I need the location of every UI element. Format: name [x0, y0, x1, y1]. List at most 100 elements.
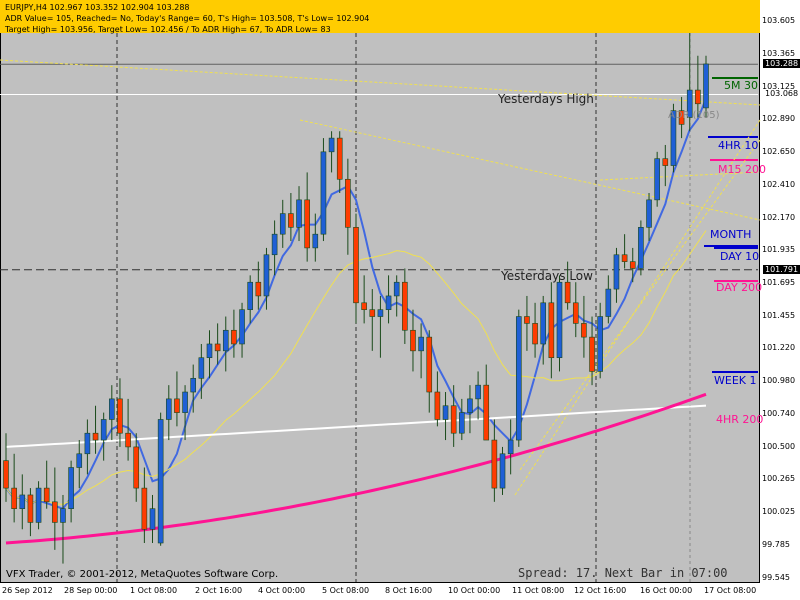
y-tick-label: 101.220: [762, 343, 796, 353]
candle: [581, 295, 587, 358]
y-tick-label: 102.650: [762, 146, 796, 156]
candle: [174, 371, 180, 427]
candle: [27, 488, 34, 537]
candle-body: [572, 302, 579, 324]
candle: [222, 316, 229, 372]
candle-body: [556, 281, 563, 359]
candle-body: [507, 439, 514, 455]
candle: [418, 323, 424, 379]
candle-body: [434, 391, 441, 420]
candle: [141, 467, 148, 543]
price-box: 101.791: [763, 264, 800, 274]
candle: [524, 295, 530, 351]
candle: [621, 234, 628, 269]
x-tick-label: 4 Oct 00:00: [258, 586, 306, 595]
price-box: 103.068: [763, 89, 800, 99]
x-tick-label: 10 Oct 00:00: [448, 586, 501, 595]
candle-body: [174, 398, 180, 413]
candle: [11, 453, 17, 523]
candle: [149, 494, 156, 543]
candle: [491, 419, 498, 502]
candle: [646, 193, 652, 242]
candle-body: [320, 151, 327, 235]
candle: [410, 309, 416, 372]
candle-body: [117, 398, 123, 434]
candle-body: [165, 398, 172, 420]
candle-body: [589, 336, 595, 372]
candle: [353, 213, 359, 324]
candle-body: [393, 281, 400, 297]
candle-body: [296, 199, 302, 228]
candle-body: [336, 137, 343, 180]
candle: [206, 330, 213, 379]
candle-body: [532, 323, 538, 345]
trend-lines: [0, 59, 761, 496]
horizontal-levels: [0, 63, 758, 373]
candle: [377, 295, 384, 358]
candle-body: [483, 384, 490, 441]
candle-body: [76, 453, 83, 468]
candle: [475, 371, 481, 420]
candle: [247, 275, 253, 324]
chart-canvas: [0, 21, 761, 582]
y-tick-label: 100.980: [762, 376, 796, 386]
candle: [499, 446, 506, 495]
trend-line: [0, 59, 761, 106]
candle: [703, 55, 709, 118]
candle: [402, 268, 408, 344]
candle: [662, 144, 669, 187]
candle: [214, 323, 221, 365]
x-tick-label: 1 Oct 08:00: [130, 586, 178, 595]
y-tick-label: 99.545: [762, 573, 790, 582]
adr-info-line: ADR Value= 105, Reached= No, Today's Ran…: [5, 14, 370, 23]
candle-body: [43, 487, 50, 503]
candle-body: [60, 508, 66, 523]
yesterdays-low-label: Yesterdays Low: [501, 269, 593, 283]
candle-body: [11, 487, 17, 509]
candle: [532, 302, 538, 358]
candle-body: [646, 199, 652, 228]
candle: [597, 302, 603, 379]
candle-body: [377, 309, 384, 317]
x-tick-label: 16 Oct 00:00: [640, 586, 693, 595]
candle: [442, 392, 449, 441]
candle-body: [475, 384, 481, 400]
y-tick-label: 101.455: [762, 310, 796, 320]
trend-line: [299, 119, 761, 221]
candle-body: [247, 281, 253, 310]
candle-body: [84, 432, 91, 455]
candle: [483, 364, 490, 441]
candle: [100, 412, 107, 461]
candle-body: [231, 329, 237, 345]
candle: [336, 131, 343, 193]
candle-body: [548, 302, 555, 359]
side-label-week-1: WEEK 1: [714, 374, 757, 387]
candle-body: [125, 432, 131, 448]
candle-body: [613, 254, 620, 290]
candle-body: [92, 432, 99, 441]
candle-body: [304, 199, 310, 249]
candle-body: [654, 158, 660, 201]
candle-body: [222, 329, 229, 352]
side-label-5m-30: 5M 30: [724, 79, 758, 92]
x-tick-label: 12 Oct 16:00: [574, 586, 627, 595]
candle-body: [149, 508, 156, 530]
side-label-4hr-10: 4HR 10: [718, 139, 759, 152]
candle-body: [450, 405, 457, 434]
candle: [434, 371, 441, 427]
candle-body: [206, 343, 213, 359]
y-tick-label: 101.695: [762, 277, 796, 287]
candle: [393, 275, 400, 317]
side-label-m15-200: M15 200: [718, 163, 766, 176]
candle-body: [109, 398, 115, 420]
candle-body: [263, 254, 270, 297]
candle-body: [597, 316, 603, 372]
candle-body: [467, 398, 473, 413]
x-tick-label: 8 Oct 16:00: [385, 586, 433, 595]
x-tick-label: 2 Oct 16:00: [195, 586, 243, 595]
candle-body: [515, 316, 522, 441]
candle-body: [402, 281, 408, 331]
candle-body: [442, 405, 449, 420]
candle-body: [52, 501, 58, 523]
copyright-text: VFX Trader, © 2001-2012, MetaQuotes Soft…: [6, 569, 279, 580]
